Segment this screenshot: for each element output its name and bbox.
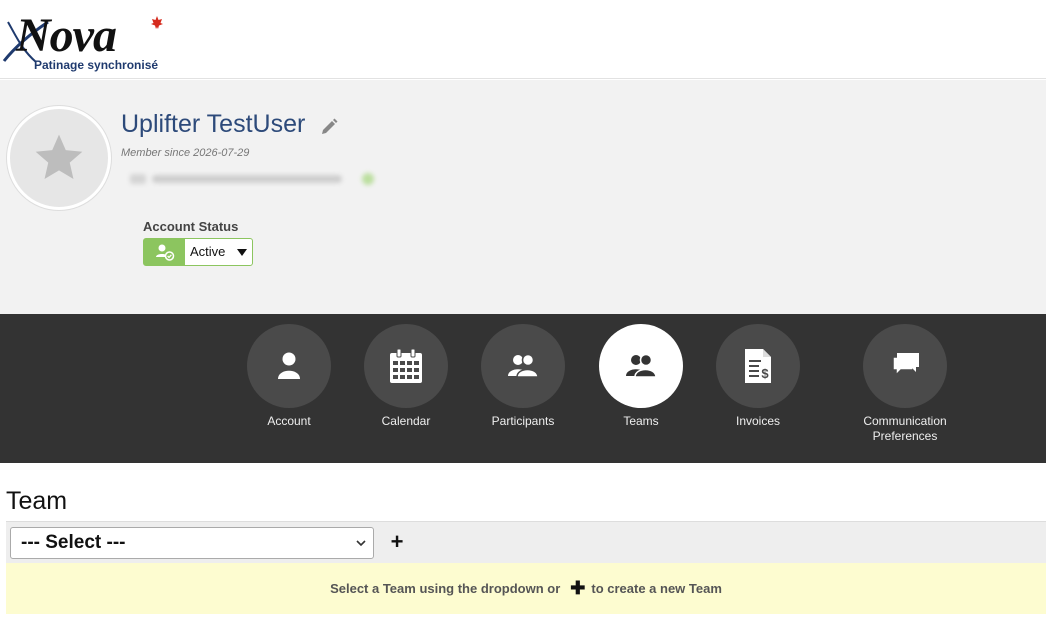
plus-icon: ✚ (570, 578, 586, 598)
pencil-icon[interactable] (319, 117, 339, 137)
email-text-redacted (152, 175, 342, 183)
nav-invoices[interactable]: $ Invoices (698, 324, 818, 429)
nav-account[interactable]: Account (229, 324, 349, 429)
team-select[interactable]: --- Select --- (10, 527, 374, 559)
teams-icon (599, 324, 683, 408)
nav-communication-preferences[interactable]: Communication Preferences (845, 324, 965, 444)
calendar-icon (364, 324, 448, 408)
nav-label: Account (267, 414, 311, 428)
profile-section: Uplifter TestUser Member since 2026-07-2… (0, 80, 1046, 314)
nav-label: Teams (623, 414, 659, 428)
member-since: Member since 2026-07-29 (121, 147, 250, 159)
hint-text-after: to create a new Team (591, 581, 722, 596)
team-heading: Team (6, 487, 68, 515)
account-status-select[interactable]: Active (143, 238, 253, 266)
participants-icon (481, 324, 565, 408)
maple-leaf-icon (151, 16, 163, 29)
chat-icon (863, 324, 947, 408)
user-icon (247, 324, 331, 408)
nav-label: Communication Preferences (863, 414, 947, 443)
nav-label: Participants (491, 414, 555, 428)
svg-text:$: $ (761, 366, 769, 381)
nav-teams[interactable]: Teams (581, 324, 701, 429)
hint-text-before: Select a Team using the dropdown or (330, 581, 561, 596)
email-icon (130, 174, 146, 184)
logo-wordmark: Nova (16, 9, 117, 62)
verified-icon (362, 173, 374, 185)
team-toolbar: --- Select --- + (6, 521, 1046, 563)
invoice-icon: $ (716, 324, 800, 408)
user-check-icon (144, 239, 185, 265)
email-redacted (130, 172, 380, 186)
team-hint: Select a Team using the dropdown or ✚ to… (6, 563, 1046, 614)
add-team-button[interactable]: + (388, 531, 406, 554)
header: Nova Patinage synchronisé (0, 0, 1046, 79)
star-icon (35, 134, 83, 179)
nav-label: Calendar (381, 414, 431, 428)
profile-nav: Account Calendar Participants Teams $ In… (0, 314, 1046, 463)
avatar[interactable] (7, 106, 111, 210)
nav-participants[interactable]: Participants (463, 324, 583, 429)
caret-down-icon (237, 249, 247, 256)
account-status-label: Account Status (143, 219, 239, 234)
logo-subtitle: Patinage synchronisé (34, 58, 159, 72)
chevron-down-icon (356, 540, 366, 547)
nav-label: Invoices (735, 414, 781, 428)
nova-logo[interactable]: Nova Patinage synchronisé (2, 6, 172, 74)
team-select-value: --- Select --- (21, 532, 126, 553)
nav-calendar[interactable]: Calendar (346, 324, 466, 429)
user-name: Uplifter TestUser (121, 110, 306, 138)
